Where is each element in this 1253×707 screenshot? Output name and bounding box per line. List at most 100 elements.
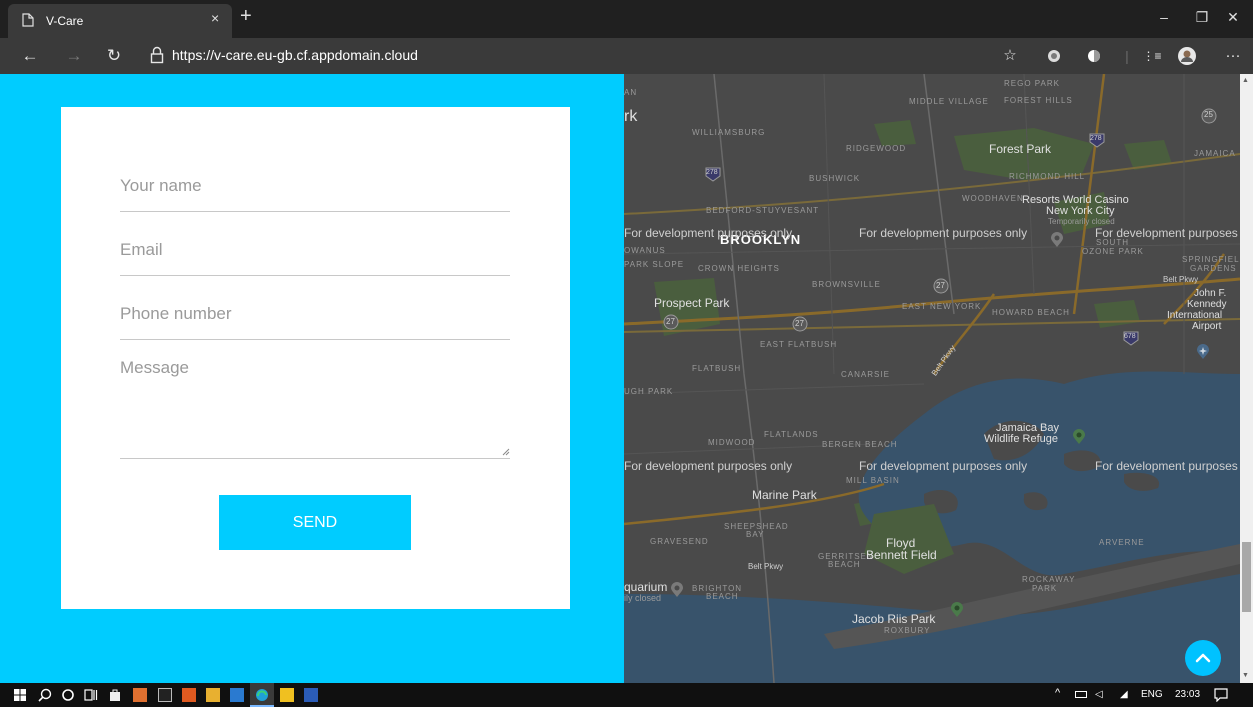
notification-icon[interactable] bbox=[1214, 688, 1228, 702]
dev-watermark: For development purposes only bbox=[624, 459, 793, 473]
terminal-icon[interactable] bbox=[158, 688, 172, 702]
back-button[interactable]: ← bbox=[18, 45, 42, 67]
tray-chevron-icon[interactable]: ^ bbox=[1055, 687, 1060, 699]
mail-icon[interactable] bbox=[230, 688, 244, 702]
map-label-forest-park: Forest Park bbox=[989, 142, 1052, 156]
map-label-richmond-hill: RICHMOND HILL bbox=[1009, 172, 1086, 181]
map-label-park-slope: PARK SLOPE bbox=[624, 260, 685, 269]
search-icon[interactable] bbox=[38, 688, 52, 702]
map-label-gerritsen-2: BEACH bbox=[828, 560, 861, 569]
edge-taskbar-button[interactable] bbox=[250, 683, 274, 707]
map-label-temporarily-closed: Temporarily closed bbox=[1048, 217, 1115, 226]
extension-icon[interactable] bbox=[1044, 46, 1064, 66]
map-label-floyd-2: Bennett Field bbox=[866, 548, 937, 562]
contact-section: Your name Email Phone number Message SEN… bbox=[0, 74, 624, 683]
map-label-flatbush: FLATBUSH bbox=[692, 364, 742, 373]
map-label-mill-basin: MILL BASIN bbox=[846, 476, 900, 485]
file-explorer-icon[interactable] bbox=[206, 688, 220, 702]
map-label-east-flatbush: EAST FLATBUSH bbox=[760, 340, 838, 349]
map-label-sheepshead-2: BAY bbox=[746, 530, 765, 539]
map-label-crown-heights: CROWN HEIGHTS bbox=[698, 264, 780, 273]
sticky-notes-icon[interactable] bbox=[280, 688, 294, 702]
windows-taskbar: ^ ◁ ◢ ENG 23:03 bbox=[0, 683, 1253, 707]
sublime-icon[interactable] bbox=[133, 688, 147, 702]
favorites-list-icon[interactable]: ⋮≡ bbox=[1142, 46, 1162, 66]
store-icon[interactable] bbox=[108, 688, 122, 702]
map-label-rockaway-2: PARK bbox=[1032, 584, 1058, 593]
phone-field[interactable]: Phone number bbox=[120, 301, 510, 340]
dev-watermark: For development purposes only bbox=[1095, 226, 1240, 240]
dev-watermark: For development purposes only bbox=[859, 226, 1028, 240]
wifi-icon[interactable]: ◢ bbox=[1120, 689, 1128, 700]
extension-icon-2[interactable] bbox=[1084, 46, 1104, 66]
task-view-icon[interactable] bbox=[84, 688, 98, 702]
map-label-south-ozone-2: OZONE PARK bbox=[1082, 247, 1144, 256]
cortana-icon[interactable] bbox=[61, 688, 75, 702]
forward-button[interactable]: → bbox=[62, 45, 86, 67]
map-label-rego-park: REGO PARK bbox=[1004, 79, 1060, 88]
route-label-27-2: 27 bbox=[795, 319, 804, 328]
airport-pin-icon bbox=[1197, 344, 1209, 359]
refresh-button[interactable]: ↻ bbox=[102, 45, 126, 67]
xampp-icon[interactable] bbox=[182, 688, 196, 702]
dev-watermark: For development purposes only bbox=[624, 226, 793, 240]
map-label-aquarium: quarium bbox=[624, 580, 668, 594]
page-scrollbar[interactable]: ▲ ▼ bbox=[1240, 74, 1253, 683]
name-field[interactable]: Your name bbox=[120, 173, 510, 212]
map-label-jfk-3: International bbox=[1167, 310, 1223, 321]
favorite-star-icon[interactable]: ☆ bbox=[1000, 46, 1020, 66]
scroll-thumb[interactable] bbox=[1242, 542, 1251, 612]
browser-tab[interactable]: V-Care × bbox=[8, 4, 232, 38]
map-label-springfield: SPRINGFIELD bbox=[1182, 255, 1240, 264]
word-icon[interactable] bbox=[304, 688, 318, 702]
scroll-down-icon[interactable]: ▼ bbox=[1242, 672, 1249, 679]
route-label-27-3: 27 bbox=[936, 281, 945, 290]
send-button[interactable]: SEND bbox=[219, 495, 411, 550]
settings-menu-button[interactable]: ··· bbox=[1223, 46, 1243, 66]
map-label-jacob-riis: Jacob Riis Park bbox=[852, 612, 936, 626]
map[interactable]: WILLIAMSBURG RIDGEWOOD MIDDLE VILLAGE FO… bbox=[624, 74, 1240, 683]
aquarium-pin-icon bbox=[671, 582, 683, 597]
map-label-jfk: John F. bbox=[1194, 288, 1227, 299]
edge-icon bbox=[256, 689, 268, 701]
message-field[interactable]: Message bbox=[120, 355, 510, 459]
chevron-up-icon bbox=[1195, 653, 1211, 663]
tab-close-icon[interactable]: × bbox=[211, 10, 219, 26]
map-label-jamaica-bay-2: Wildlife Refuge bbox=[984, 433, 1058, 445]
map-label-ridgewood: RIDGEWOOD bbox=[846, 144, 907, 153]
resize-grip-icon[interactable] bbox=[501, 447, 510, 456]
map-label-brownsville: BROWNSVILLE bbox=[812, 280, 881, 289]
map-label-belt-pkwy-1: Belt Pkwy bbox=[1163, 275, 1199, 284]
volume-icon[interactable]: ◁ bbox=[1095, 689, 1103, 700]
minimize-button[interactable]: – bbox=[1149, 6, 1179, 28]
tab-title: V-Care bbox=[46, 14, 84, 28]
route-label-25: 25 bbox=[1204, 110, 1213, 119]
map-label-resorts-world-2: New York City bbox=[1046, 205, 1115, 217]
map-label-canarsie: CANARSIE bbox=[841, 370, 890, 379]
scroll-up-icon[interactable]: ▲ bbox=[1242, 77, 1249, 84]
new-tab-button[interactable]: + bbox=[240, 6, 252, 26]
close-window-button[interactable]: ✕ bbox=[1218, 6, 1248, 28]
url-field[interactable]: https://v-care.eu-gb.cf.appdomain.cloud bbox=[172, 47, 418, 63]
restore-button[interactable]: ❐ bbox=[1187, 6, 1217, 28]
windows-start-icon[interactable] bbox=[14, 689, 26, 701]
map-label-howard-beach: HOWARD BEACH bbox=[992, 308, 1070, 317]
back-to-top-button[interactable] bbox=[1185, 640, 1221, 676]
contact-form: Your name Email Phone number Message SEN… bbox=[61, 107, 570, 609]
language-indicator[interactable]: ENG bbox=[1141, 689, 1163, 700]
profile-avatar[interactable] bbox=[1177, 46, 1197, 66]
route-label-278: 278 bbox=[706, 169, 718, 176]
page-content: Your name Email Phone number Message SEN… bbox=[0, 74, 1253, 683]
map-label-forest-hills: FOREST HILLS bbox=[1004, 96, 1073, 105]
map-label-rockaway: ROCKAWAY bbox=[1022, 575, 1076, 584]
email-field[interactable]: Email bbox=[120, 237, 510, 276]
map-label-brighton-2: BEACH bbox=[706, 592, 739, 601]
map-label-an-fragment: AN bbox=[624, 88, 638, 97]
map-label-east-ny: EAST NEW YORK bbox=[902, 302, 982, 311]
battery-icon[interactable] bbox=[1075, 691, 1087, 698]
map-label-aquarium-closed: ily closed bbox=[624, 593, 662, 603]
clock[interactable]: 23:03 bbox=[1175, 689, 1200, 700]
map-label-ugh-park: UGH PARK bbox=[624, 387, 674, 396]
map-label-jamaica: JAMAICA bbox=[1194, 149, 1236, 158]
route-label-678: 678 bbox=[1124, 333, 1136, 340]
